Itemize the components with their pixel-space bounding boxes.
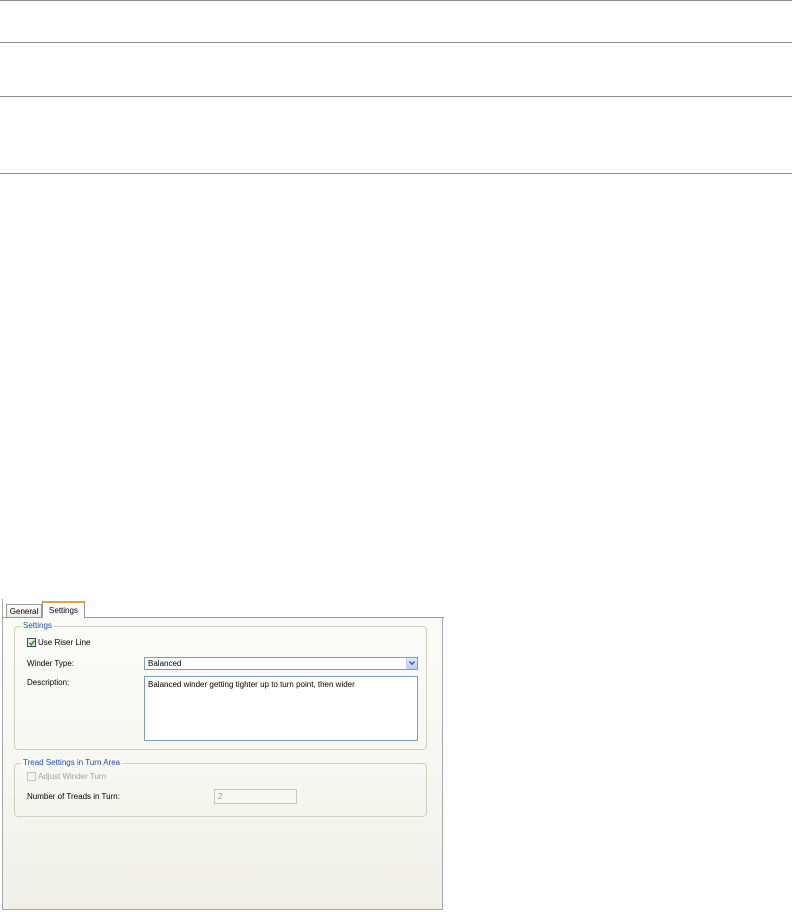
chevron-down-icon (408, 660, 416, 666)
winder-type-value: Balanced (148, 659, 182, 668)
tab-strip: General Settings (3, 599, 444, 618)
use-riser-line-label: Use Riser Line (38, 638, 91, 647)
adjust-winder-turn-label: Adjust Winder Turn (38, 772, 107, 781)
tab-settings[interactable]: Settings (42, 601, 85, 618)
number-of-treads-label: Number of Treads in Turn: (27, 792, 120, 801)
divider-line (0, 42, 792, 43)
divider-line (0, 96, 792, 97)
number-of-treads-value: 2 (218, 792, 223, 801)
divider-line (0, 0, 792, 1)
divider-line (0, 173, 792, 174)
description-value: Balanced winder getting tighter up to tu… (148, 680, 355, 689)
stair-properties-dialog: General Settings Settings Use Riser Line… (2, 599, 444, 910)
adjust-winder-turn-checkbox[interactable] (27, 772, 36, 781)
winder-type-select[interactable]: Balanced (144, 657, 418, 670)
tread-settings-group-legend: Tread Settings in Turn Area (21, 758, 123, 768)
tab-general[interactable]: General (6, 604, 42, 617)
checkmark-icon (28, 640, 36, 647)
settings-group-legend: Settings (21, 621, 54, 631)
description-label: Description: (27, 678, 70, 687)
dropdown-button[interactable] (406, 658, 417, 669)
use-riser-line-checkbox[interactable] (27, 638, 36, 647)
number-of-treads-input[interactable]: 2 (214, 789, 297, 804)
winder-type-label: Winder Type: (27, 659, 74, 668)
description-textarea[interactable]: Balanced winder getting tighter up to tu… (144, 676, 418, 741)
